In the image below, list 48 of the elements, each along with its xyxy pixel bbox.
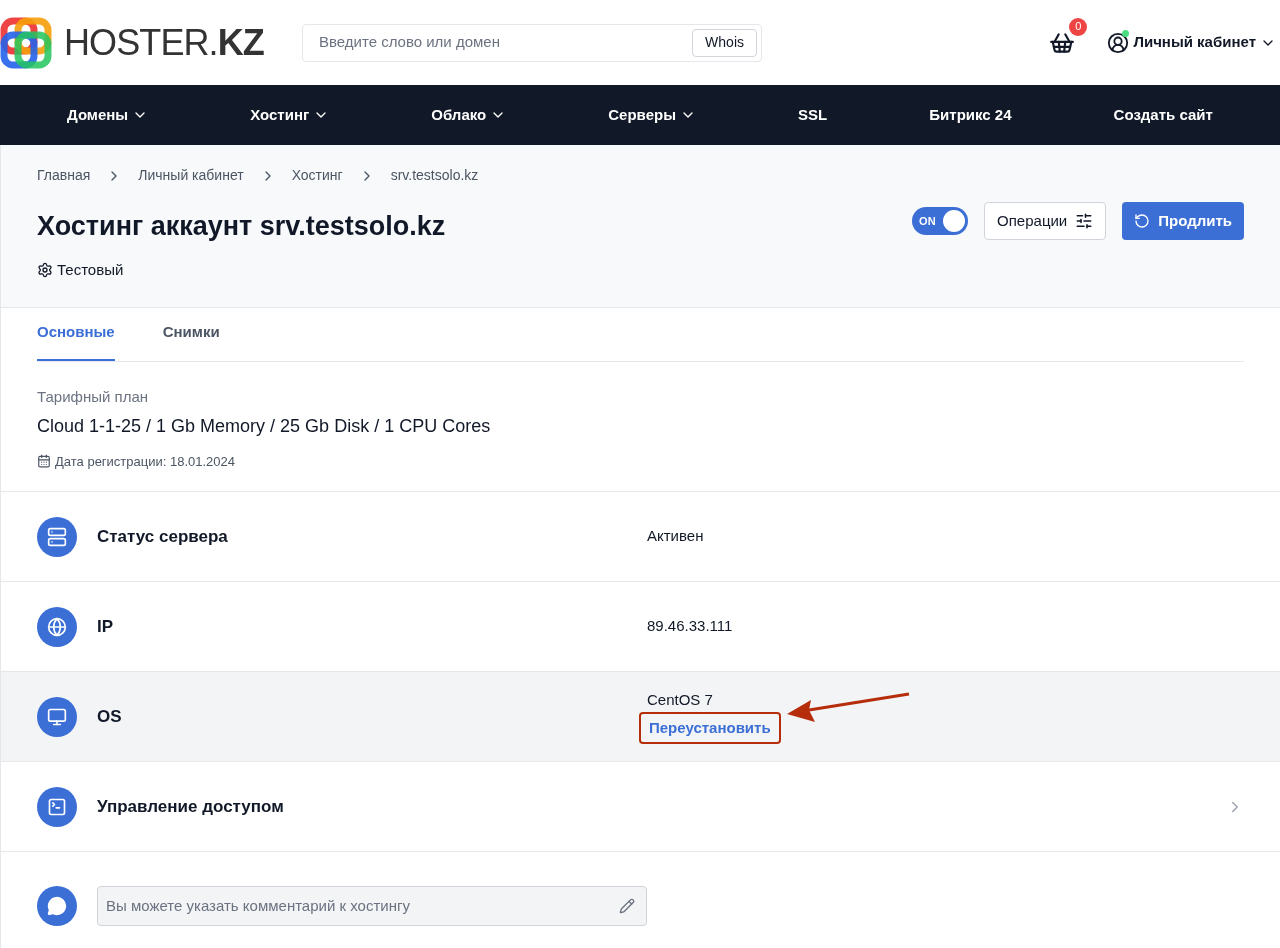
tab[interactable]: Снимки (162, 320, 220, 361)
renew-button[interactable]: Продлить (1122, 202, 1244, 240)
plan-value: Cloud 1-1-25 / 1 Gb Memory / 25 Gb Disk / 1 CPU Cores (37, 414, 492, 438)
nav-item[interactable]: SSL (798, 103, 828, 127)
nav-item[interactable]: Хостинг (250, 103, 330, 127)
row-label: Управление доступом (97, 795, 285, 818)
nav-item[interactable]: Битрикс 24 (929, 103, 1012, 127)
plan-label: Тарифный план (37, 387, 149, 407)
row-value: 89.46.33.111 (647, 616, 733, 637)
nav-item[interactable]: Создать сайт (1113, 103, 1213, 127)
calendar-icon (37, 454, 51, 469)
breadcrumb-link[interactable]: Хостинг (291, 165, 343, 186)
row-value: CentOS 7 (647, 690, 713, 710)
registration-date: Дата регистрации: 18.01.2024 (55, 452, 236, 471)
cart-count-badge: 0 (1069, 17, 1088, 36)
power-toggle[interactable]: ON (912, 207, 969, 235)
row-icon (47, 706, 67, 727)
rotate-icon (1134, 213, 1151, 229)
account-tag: Тестовый (57, 258, 124, 281)
breadcrumb-link[interactable]: Личный кабинет (138, 165, 244, 186)
comment-field[interactable]: Вы можете указать комментарий к хостингу (97, 885, 647, 926)
speech-bubble-icon (47, 895, 67, 916)
pencil-icon (619, 897, 635, 914)
page-title: Хостинг аккаунт srv.testsolo.kz (37, 210, 446, 243)
row-label: IP (97, 615, 115, 638)
search-field[interactable]: Введите слово или домен Whois (302, 23, 762, 62)
row-icon (47, 616, 67, 637)
row-icon (47, 796, 67, 817)
logo-mark-icon (0, 16, 52, 69)
whois-button[interactable]: Whois (692, 28, 757, 57)
account-menu[interactable]: Личный кабинет (1133, 31, 1256, 54)
row-icon (47, 526, 67, 547)
breadcrumb-link[interactable]: srv.testsolo.kz (390, 165, 479, 186)
sliders-icon (1075, 212, 1094, 230)
nav-item[interactable]: Серверы (608, 103, 696, 127)
row-value: Активен (647, 526, 704, 547)
nav-item[interactable]: Облако (431, 103, 507, 127)
gear-icon (37, 261, 53, 278)
row-label: OS (97, 705, 123, 728)
user-icon[interactable] (1107, 31, 1130, 54)
nav-item[interactable]: Домены (67, 103, 149, 127)
operations-button[interactable]: Операции (984, 202, 1107, 240)
reinstall-link[interactable]: Переустановить (639, 711, 781, 744)
info-row[interactable]: Управление доступом (0, 761, 1280, 851)
site-logo[interactable]: HOSTER.KZ (64, 15, 264, 70)
row-label: Статус сервера (97, 525, 229, 548)
breadcrumb-link[interactable]: Главная (37, 165, 91, 186)
tab[interactable]: Основные (37, 320, 115, 361)
